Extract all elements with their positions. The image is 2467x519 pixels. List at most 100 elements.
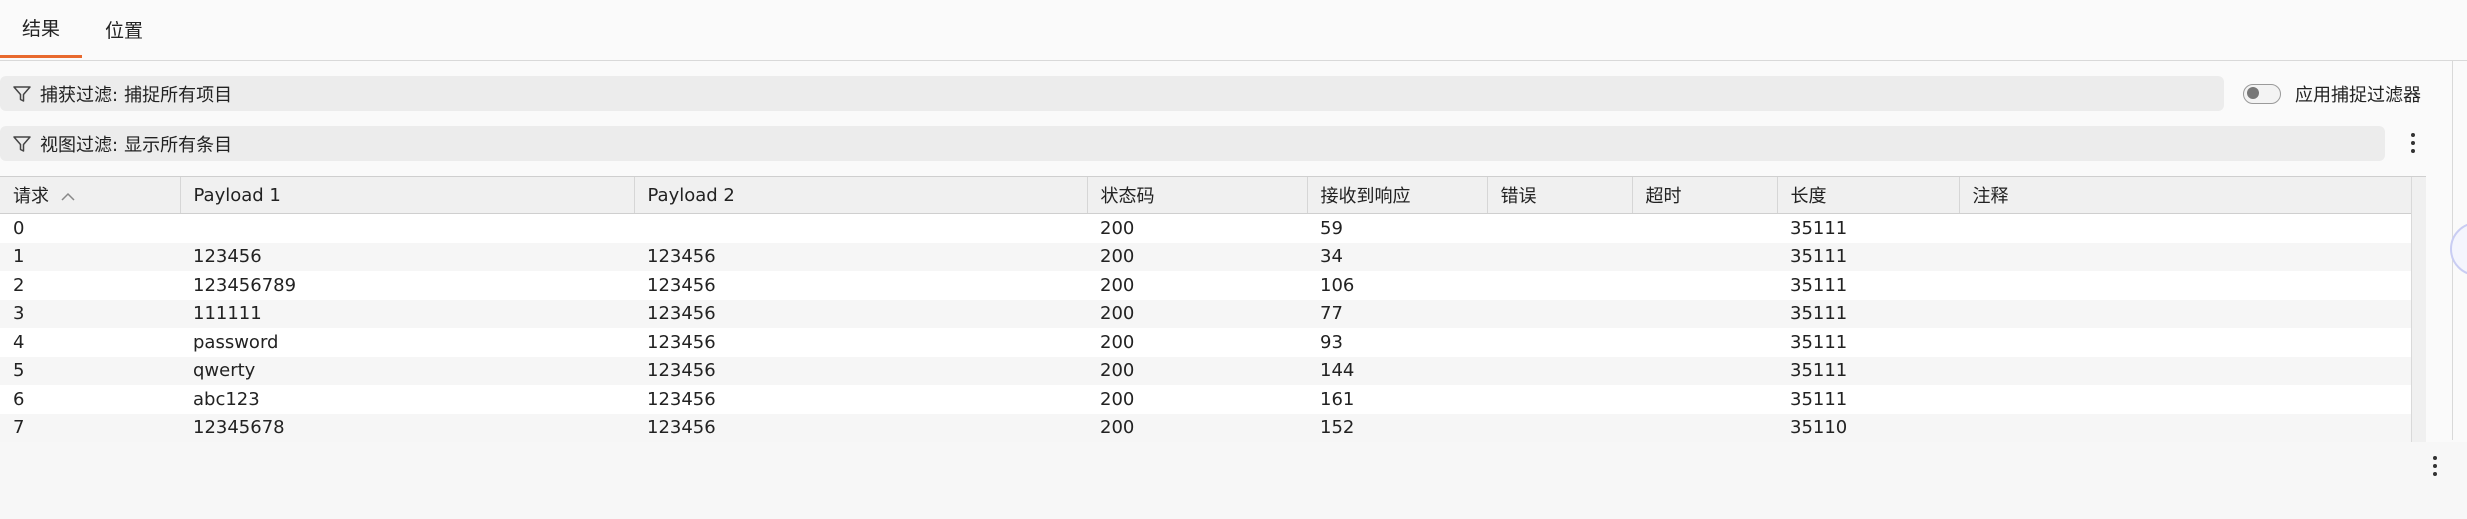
table-row[interactable]: 0 200 59 35111 — [0, 214, 2411, 243]
cell-comment — [1959, 214, 2411, 243]
cell-response-received: 152 — [1307, 413, 1487, 442]
table-row[interactable]: 1 123456 123456 200 34 35111 — [0, 242, 2411, 271]
cell-timeout — [1632, 271, 1777, 300]
sort-ascending-icon — [61, 192, 75, 201]
kebab-menu-icon[interactable] — [2403, 130, 2423, 156]
cell-request: 7 — [0, 413, 180, 442]
cell-status-code: 200 — [1100, 388, 1135, 410]
cell-length: 35111 — [1790, 331, 1848, 353]
table-row[interactable]: 3 111111 123456 200 77 35111 — [0, 299, 2411, 328]
cell-error — [1487, 413, 1632, 442]
cell-payload-2: 123456 — [647, 331, 716, 353]
cell-payload-1 — [180, 214, 634, 243]
cell-status-code: 200 — [1100, 217, 1135, 239]
cell-payload-2: 123456 — [634, 413, 1087, 442]
table-row[interactable]: 5 qwerty 123456 200 144 35111 — [0, 356, 2411, 385]
cell-response-received: 34 — [1307, 242, 1487, 271]
column-header-length[interactable]: 长度 — [1777, 177, 1960, 214]
cell-comment — [1959, 413, 2411, 442]
cell-response-received: 144 — [1307, 356, 1487, 385]
cell-length: 35111 — [1790, 274, 1848, 296]
cell-comment — [1959, 299, 2411, 328]
column-header-payload-2[interactable]: Payload 2 — [634, 177, 1088, 214]
column-header-status-code[interactable]: 状态码 — [1087, 177, 1308, 214]
column-header-request[interactable]: 请求 — [0, 177, 181, 214]
cell-payload-1: qwerty — [180, 356, 634, 385]
table-vertical-scrollbar[interactable] — [2411, 177, 2426, 442]
cell-request: 0 — [13, 217, 25, 239]
capture-filter-bar[interactable]: 捕获过滤: 捕捉所有项目 — [0, 76, 2224, 111]
tab-positions[interactable]: 位置 — [90, 0, 158, 58]
cell-comment — [1959, 328, 2411, 357]
results-table-container: 请求 Payload 1 Payload 2 状态码 接收到响应 错误 超时 长… — [0, 176, 2426, 443]
cell-payload-2: 123456 — [647, 274, 716, 296]
cell-response-received: 106 — [1320, 274, 1355, 296]
table-header-row: 请求 Payload 1 Payload 2 状态码 接收到响应 错误 超时 长… — [0, 177, 2412, 214]
cell-comment — [1959, 356, 2411, 385]
cell-comment — [1959, 271, 2411, 300]
table-row[interactable]: 4 password 123456 200 93 35111 — [0, 328, 2411, 357]
cell-response-received: 77 — [1307, 299, 1487, 328]
capture-filter-label: 捕获过滤: — [40, 84, 119, 106]
cell-length: 35111 — [1790, 217, 1848, 239]
results-table: 请求 Payload 1 Payload 2 状态码 接收到响应 错误 超时 长… — [0, 177, 2412, 442]
cell-payload-2: 123456 — [634, 242, 1087, 271]
view-filter-value: 显示所有条目 — [124, 134, 233, 156]
cell-timeout — [1632, 299, 1777, 328]
cell-request: 5 — [0, 356, 180, 385]
cell-status-code: 200 — [1087, 413, 1307, 442]
cell-error — [1487, 299, 1632, 328]
column-header-timeout[interactable]: 超时 — [1632, 177, 1778, 214]
table-row[interactable]: 7 12345678 123456 200 152 35110 — [0, 413, 2411, 442]
cell-status-code: 200 — [1087, 299, 1307, 328]
cell-payload-2: 123456 — [647, 388, 716, 410]
cell-request: 3 — [0, 299, 180, 328]
cell-payload-1: 123456 — [180, 242, 634, 271]
cell-request: 4 — [13, 331, 25, 353]
cell-error — [1487, 242, 1632, 271]
table-row[interactable]: 2 123456789 123456 200 106 35111 — [0, 271, 2411, 300]
cell-timeout — [1632, 356, 1777, 385]
cell-status-code: 200 — [1100, 274, 1135, 296]
cell-length: 35111 — [1790, 388, 1848, 410]
cell-timeout — [1632, 242, 1777, 271]
view-filter-bar[interactable]: 视图过滤: 显示所有条目 — [0, 126, 2385, 161]
tab-results-label: 结果 — [21, 18, 60, 40]
cell-comment — [1959, 242, 2411, 271]
cell-length: 35111 — [1777, 356, 1959, 385]
cell-payload-2: 123456 — [634, 356, 1087, 385]
cell-response-received: 161 — [1320, 388, 1355, 410]
kebab-menu-icon[interactable] — [2425, 453, 2445, 479]
view-filter-label: 视图过滤: — [40, 134, 119, 156]
cell-payload-1: password — [193, 331, 279, 353]
cell-timeout — [1632, 413, 1777, 442]
column-header-response-received[interactable]: 接收到响应 — [1307, 177, 1488, 214]
bottom-panel — [0, 442, 2467, 519]
filter-funnel-icon — [13, 85, 31, 102]
cell-error — [1487, 271, 1632, 300]
apply-capture-filter-toggle[interactable] — [2243, 83, 2281, 104]
capture-filter-value: 捕捉所有项目 — [124, 84, 233, 106]
cell-error — [1487, 328, 1632, 357]
cell-length: 35111 — [1777, 242, 1959, 271]
cell-payload-1: 12345678 — [180, 413, 634, 442]
tab-results[interactable]: 结果 — [0, 0, 82, 58]
cell-status-code: 200 — [1087, 242, 1307, 271]
column-header-comment[interactable]: 注释 — [1959, 177, 2412, 214]
cell-payload-1: abc123 — [193, 388, 260, 410]
table-row[interactable]: 6 abc123 123456 200 161 35111 — [0, 385, 2411, 414]
cell-timeout — [1632, 328, 1777, 357]
column-header-payload-1[interactable]: Payload 1 — [180, 177, 635, 214]
cell-status-code: 200 — [1100, 331, 1135, 353]
cell-response-received: 59 — [1320, 217, 1343, 239]
cell-comment — [1959, 385, 2411, 414]
cell-payload-1: 111111 — [180, 299, 634, 328]
cell-length: 35111 — [1777, 299, 1959, 328]
cell-request: 1 — [0, 242, 180, 271]
toggle-knob — [2247, 87, 2259, 99]
column-header-error[interactable]: 错误 — [1487, 177, 1633, 214]
tab-positions-label: 位置 — [104, 19, 143, 42]
cell-error — [1487, 214, 1632, 243]
cell-timeout — [1632, 385, 1777, 414]
cell-error — [1487, 385, 1632, 414]
